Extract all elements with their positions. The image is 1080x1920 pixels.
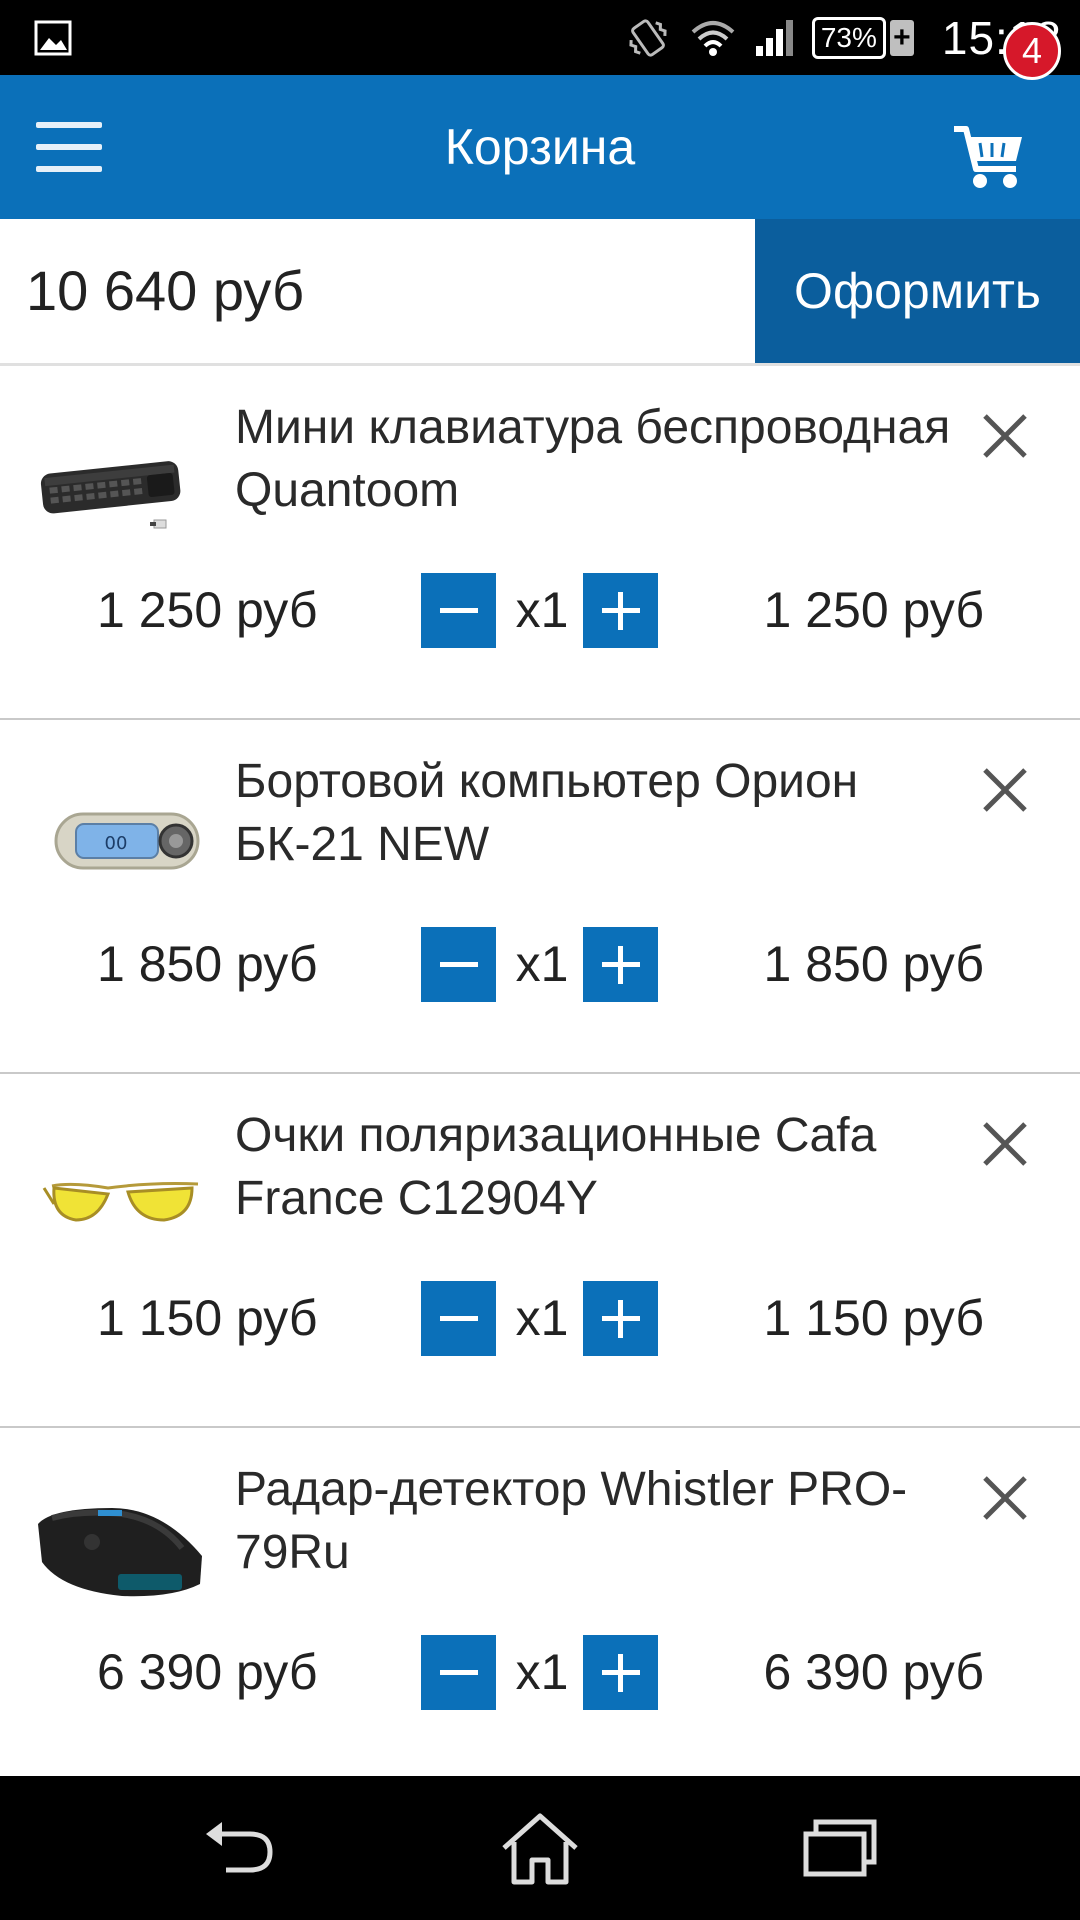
cart-item: Очки поляризационные Cafa France C12904Y… xyxy=(0,1074,1080,1428)
decrease-quantity-button[interactable] xyxy=(421,927,496,1002)
cart-button[interactable] xyxy=(950,103,1060,203)
cart-icon xyxy=(954,126,1022,188)
image-notification-icon xyxy=(34,20,72,56)
battery-icon: 73% + xyxy=(811,16,914,59)
unit-price: 1 150 руб xyxy=(97,1290,318,1346)
quantity-value: x1 xyxy=(515,1290,569,1346)
remove-item-button[interactable] xyxy=(975,1468,1035,1528)
unit-price: 1 850 руб xyxy=(97,936,318,992)
back-icon xyxy=(206,1822,273,1873)
product-name[interactable]: Очки поляризационные Cafa France C12904Y xyxy=(235,1104,975,1230)
plus-icon xyxy=(601,591,640,630)
increase-quantity-button[interactable] xyxy=(583,927,658,1002)
product-image-keyboard xyxy=(32,400,214,580)
close-icon xyxy=(983,1476,1027,1520)
vibrate-icon xyxy=(624,14,672,62)
cart-summary: 10 640 руб Оформить xyxy=(0,219,1080,363)
product-image-trip-computer: 00 xyxy=(32,754,214,934)
decrease-quantity-button[interactable] xyxy=(421,1281,496,1356)
minus-icon xyxy=(439,607,478,613)
app-bar: Корзина 4 xyxy=(0,22,1080,219)
quantity-value: x1 xyxy=(515,936,569,992)
cart-item: 00 Бортовой компьютер Орион БК-21 NEW 1 … xyxy=(0,720,1080,1074)
close-icon xyxy=(983,414,1027,458)
increase-quantity-button[interactable] xyxy=(583,573,658,648)
quantity-value: x1 xyxy=(515,582,569,638)
cart-item: Радар-детектор Whistler PRO-79Ru 6 390 р… xyxy=(0,1428,1080,1782)
decrease-quantity-button[interactable] xyxy=(421,573,496,648)
charging-icon: + xyxy=(889,19,914,56)
close-icon xyxy=(983,768,1027,812)
product-image-radar-detector xyxy=(32,1462,214,1642)
price-row: 1 250 руб x1 1 250 руб xyxy=(0,571,1080,649)
remove-item-button[interactable] xyxy=(975,760,1035,820)
svg-text:00: 00 xyxy=(105,833,128,854)
home-button[interactable] xyxy=(490,1806,590,1890)
remove-item-button[interactable] xyxy=(975,406,1035,466)
remove-item-button[interactable] xyxy=(975,1114,1035,1174)
unit-price: 1 250 руб xyxy=(97,582,318,638)
cart-count-badge: 4 xyxy=(1003,22,1061,80)
back-button[interactable] xyxy=(190,1806,290,1890)
quantity-value: x1 xyxy=(515,1644,569,1700)
signal-icon xyxy=(754,18,794,58)
status-bar: 73% + 15:18 xyxy=(0,0,1080,75)
cart-item: Мини клавиатура беспроводная Quantoom 1 … xyxy=(0,366,1080,720)
recent-apps-button[interactable] xyxy=(790,1806,890,1890)
line-total: 1 250 руб xyxy=(763,582,984,638)
recent-apps-icon xyxy=(803,1819,877,1877)
close-icon xyxy=(983,1122,1027,1166)
system-nav-bar xyxy=(0,1776,1080,1920)
product-image-glasses xyxy=(32,1108,214,1288)
plus-icon xyxy=(601,945,640,984)
product-name[interactable]: Бортовой компьютер Орион БК-21 NEW xyxy=(235,750,975,876)
battery-level: 73% xyxy=(811,16,886,59)
line-total: 6 390 руб xyxy=(763,1644,984,1700)
product-name[interactable]: Мини клавиатура беспроводная Quantoom xyxy=(235,396,975,522)
plus-icon xyxy=(601,1299,640,1338)
price-row: 6 390 руб x1 6 390 руб xyxy=(0,1633,1080,1711)
checkout-button[interactable]: Оформить xyxy=(755,219,1080,363)
wifi-icon xyxy=(690,18,736,58)
page-title: Корзина xyxy=(444,119,636,175)
increase-quantity-button[interactable] xyxy=(583,1281,658,1356)
product-name[interactable]: Радар-детектор Whistler PRO-79Ru xyxy=(235,1458,975,1584)
decrease-quantity-button[interactable] xyxy=(421,1635,496,1710)
line-total: 1 850 руб xyxy=(763,936,984,992)
cart-total: 10 640 руб xyxy=(26,259,305,322)
minus-icon xyxy=(439,1669,478,1675)
plus-icon xyxy=(601,1653,640,1692)
minus-icon xyxy=(439,961,478,967)
price-row: 1 150 руб x1 1 150 руб xyxy=(0,1279,1080,1357)
home-icon xyxy=(502,1813,578,1885)
price-row: 1 850 руб x1 1 850 руб xyxy=(0,925,1080,1003)
line-total: 1 150 руб xyxy=(763,1290,984,1346)
unit-price: 6 390 руб xyxy=(97,1644,318,1700)
increase-quantity-button[interactable] xyxy=(583,1635,658,1710)
minus-icon xyxy=(439,1315,478,1321)
